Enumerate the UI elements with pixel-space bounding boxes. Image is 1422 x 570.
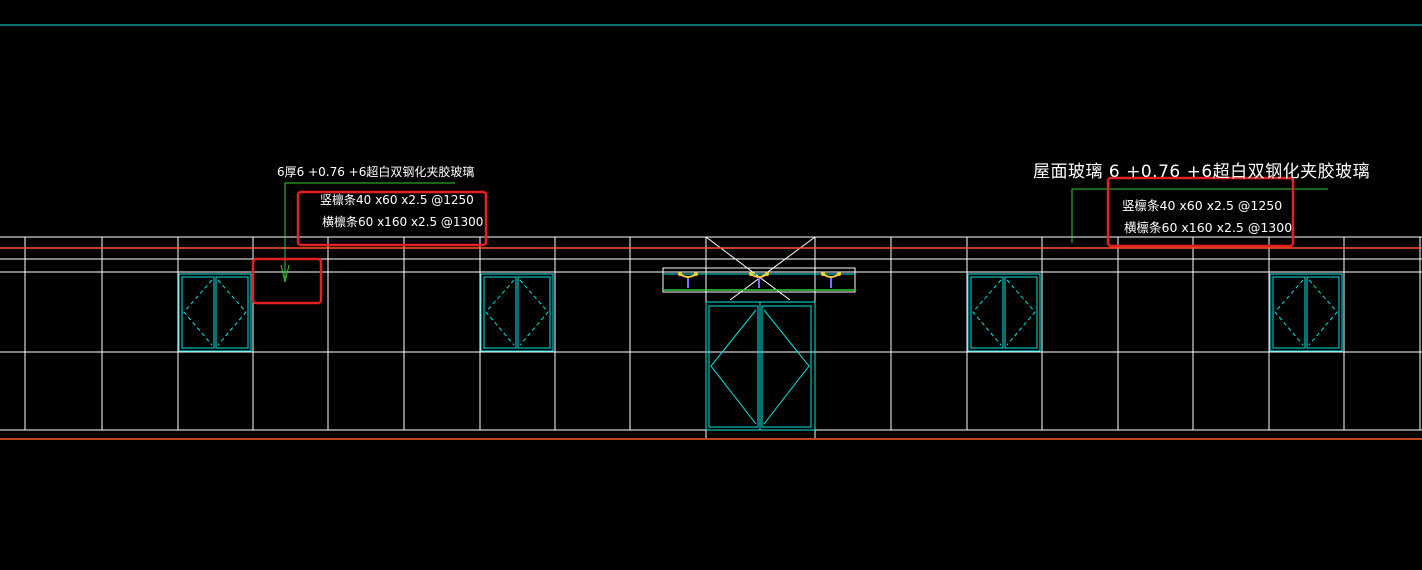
left-horizontal-purlin-label: 横檩条60 x160 x2.5 @1300	[322, 215, 484, 229]
right-vertical-purlin-label: 竖檩条40 x60 x2.5 @1250	[1122, 198, 1283, 213]
facade-grid	[0, 236, 1422, 438]
left-glass-spec-label: 6厚6 +0.76 +6超白双钢化夹胶玻璃	[277, 165, 475, 179]
cad-elevation-drawing	[0, 24, 1422, 440]
window-1	[178, 273, 252, 352]
right-glass-spec-label: 屋面玻璃 6 +0.76 +6超白双钢化夹胶玻璃	[1033, 162, 1371, 182]
right-horizontal-purlin-label: 横檩条60 x160 x2.5 @1300	[1124, 220, 1293, 235]
window-3	[967, 273, 1041, 352]
window-2	[480, 273, 554, 352]
entrance-door	[705, 301, 816, 431]
left-vertical-purlin-label: 竖檩条40 x60 x2.5 @1250	[320, 193, 474, 207]
window-4	[1269, 273, 1343, 352]
